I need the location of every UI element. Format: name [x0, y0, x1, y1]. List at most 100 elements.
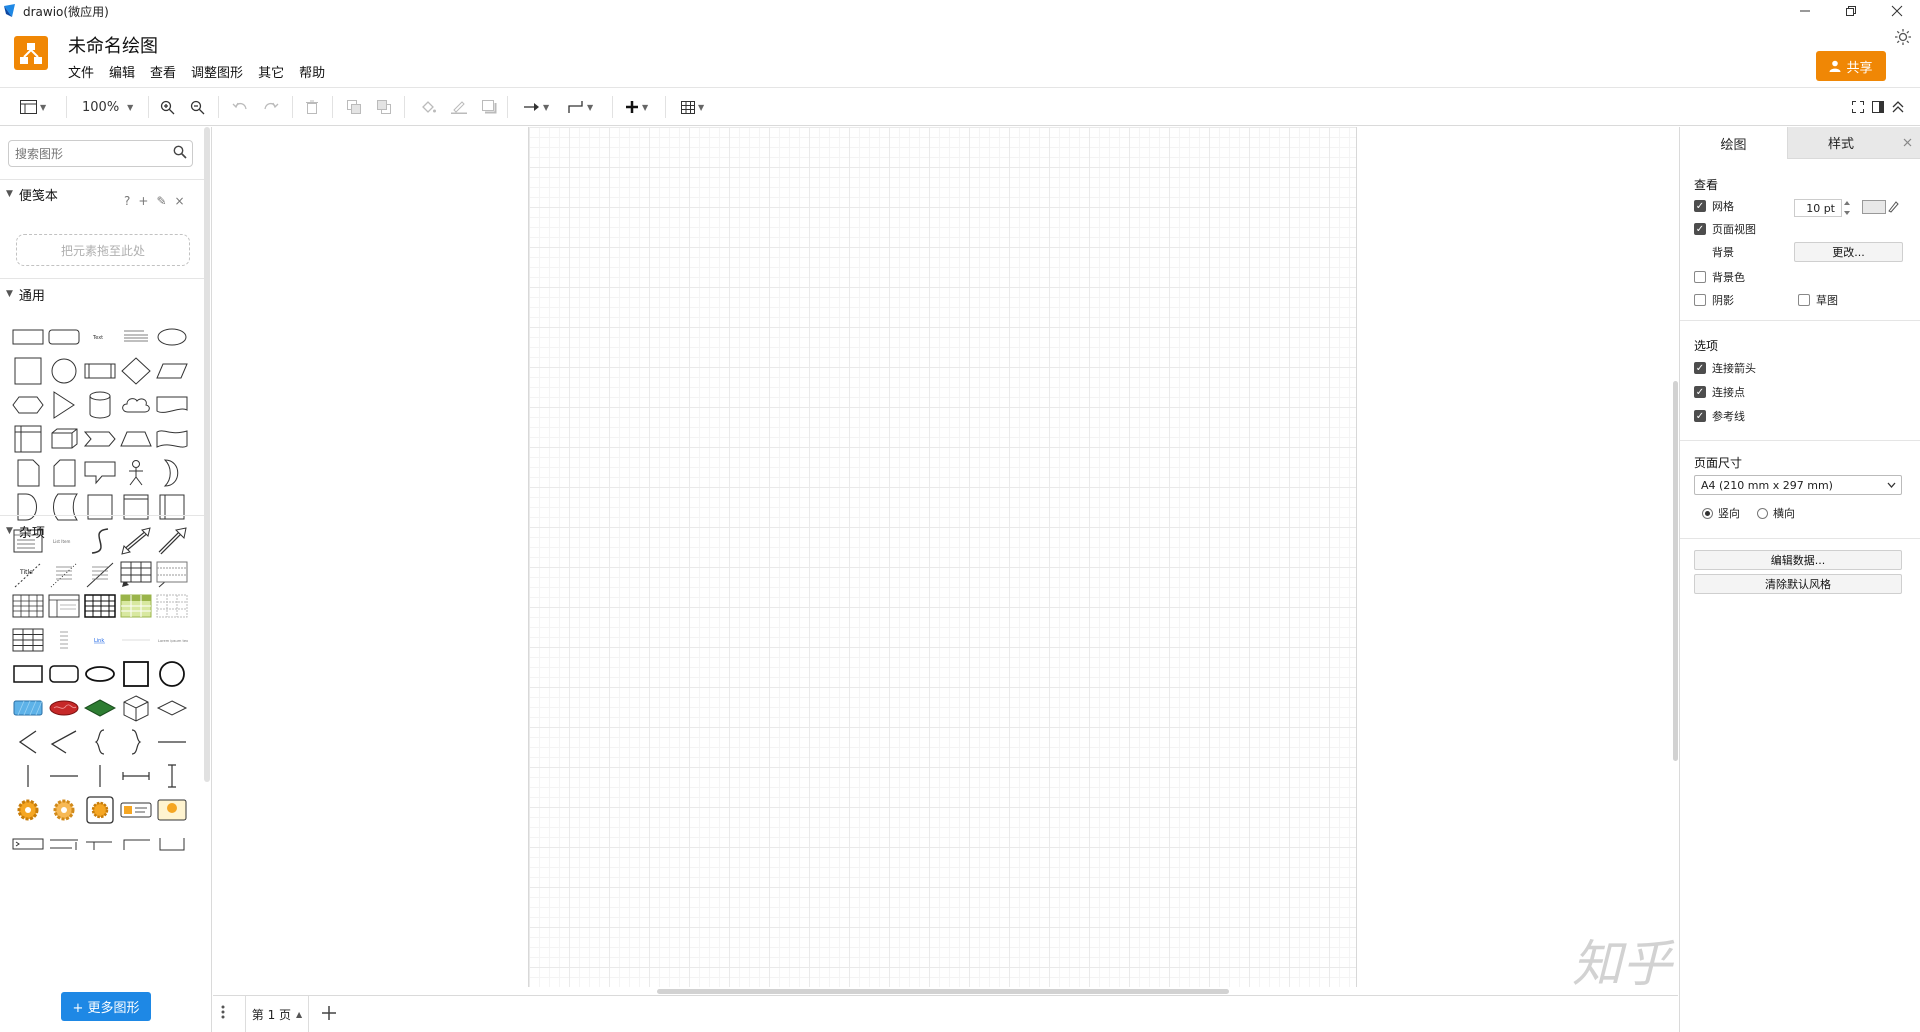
u-bracket-shape[interactable]: [154, 827, 190, 861]
grid-color-swatch[interactable]: [1862, 200, 1886, 214]
bold-circle-shape[interactable]: [154, 657, 190, 691]
scratchpad-dropzone[interactable]: 把元素拖至此处: [16, 234, 190, 266]
help-icon[interactable]: ?: [124, 194, 130, 208]
grid-checkbox[interactable]: ✓: [1694, 200, 1706, 212]
alert-card-shape[interactable]: [154, 793, 190, 827]
format-panel-toggle-button[interactable]: [1872, 97, 1884, 117]
guides-row[interactable]: ✓ 参考线: [1694, 408, 1745, 424]
menu-help[interactable]: 帮助: [299, 62, 325, 81]
gear-framed-shape[interactable]: [82, 793, 118, 827]
bold-rectangle-shape[interactable]: [10, 657, 46, 691]
terminal-bar-shape[interactable]: [10, 827, 46, 861]
internal-storage-shape[interactable]: [10, 422, 46, 456]
cloud-shape[interactable]: [118, 388, 154, 422]
zoom-dropdown[interactable]: 100% ▼: [82, 97, 133, 117]
page-view-checkbox-row[interactable]: ✓ 页面视图: [1694, 221, 1756, 237]
trapezoid-shape[interactable]: [118, 422, 154, 456]
vertical-divider-shape[interactable]: [82, 759, 118, 793]
tab-diagram[interactable]: 绘图: [1680, 127, 1787, 159]
tab-style[interactable]: 样式: [1787, 127, 1894, 159]
isometric-plane-shape[interactable]: [154, 691, 190, 725]
bullet-list-shape[interactable]: [46, 555, 82, 589]
background-color-checkbox-row[interactable]: 背景色: [1694, 269, 1745, 285]
close-panel-button[interactable]: [1894, 127, 1920, 159]
edit-data-button[interactable]: 编辑数据...: [1694, 550, 1902, 570]
parallelogram-shape[interactable]: [154, 354, 190, 388]
table-header-shape[interactable]: [46, 589, 82, 623]
diamond-shape[interactable]: [118, 354, 154, 388]
menu-edit[interactable]: 编辑: [109, 62, 135, 81]
cylinder-shape[interactable]: [82, 388, 118, 422]
table-button[interactable]: ▼: [681, 97, 704, 117]
fullscreen-button[interactable]: [1852, 97, 1864, 117]
sample-text-shape[interactable]: Lorem ipsum text: [154, 623, 190, 657]
separator-shape[interactable]: [118, 623, 154, 657]
shadow-checkbox[interactable]: [1694, 294, 1706, 306]
collapse-toolbar-button[interactable]: [1892, 97, 1904, 117]
vertical-list-shape[interactable]: [46, 623, 82, 657]
horizontal-divider-shape[interactable]: [46, 759, 82, 793]
zoom-out-button[interactable]: [190, 97, 205, 117]
diagram-canvas[interactable]: [213, 127, 1678, 995]
close-icon[interactable]: ×: [175, 194, 185, 208]
table-green-shape[interactable]: [118, 589, 154, 623]
step-shape[interactable]: [82, 422, 118, 456]
corner-bracket-shape[interactable]: [118, 827, 154, 861]
shadow-checkbox-row[interactable]: 阴影: [1694, 292, 1734, 308]
table-3x3-shape[interactable]: [10, 589, 46, 623]
double-line-shape[interactable]: [46, 827, 82, 861]
bracket-line-shape[interactable]: [82, 827, 118, 861]
fill-color-button[interactable]: [421, 97, 436, 117]
document-wave-shape[interactable]: [154, 388, 190, 422]
square-shape[interactable]: [10, 354, 46, 388]
pages-menu-button[interactable]: [221, 1004, 225, 1023]
search-icon[interactable]: [173, 145, 187, 159]
spinner-arrows-icon[interactable]: [1843, 199, 1851, 217]
table-grid-shape[interactable]: [118, 555, 154, 589]
page-view-checkbox[interactable]: ✓: [1694, 223, 1706, 235]
add-icon[interactable]: +: [138, 194, 148, 208]
page-tab-1[interactable]: 第 1 页 ▲: [245, 996, 309, 1032]
portrait-radio-row[interactable]: 竖向: [1702, 505, 1740, 521]
ellipse-shape[interactable]: [154, 320, 190, 354]
clear-default-style-button[interactable]: 清除默认风格: [1694, 574, 1902, 594]
guides-checkbox[interactable]: ✓: [1694, 410, 1706, 422]
horizontal-scrollbar[interactable]: [657, 989, 1229, 994]
restore-button[interactable]: [1828, 0, 1874, 22]
callout-shape[interactable]: [82, 456, 118, 490]
close-window-button[interactable]: [1874, 0, 1920, 22]
menu-extras[interactable]: 其它: [258, 62, 284, 81]
to-back-button[interactable]: [377, 97, 392, 117]
redo-button[interactable]: [263, 97, 279, 117]
rectangle-shape[interactable]: [10, 320, 46, 354]
general-section-header[interactable]: ▼ 通用: [0, 279, 200, 309]
undo-button[interactable]: [232, 97, 248, 117]
table-dark-shape[interactable]: [82, 589, 118, 623]
menu-arrange[interactable]: 调整图形: [191, 62, 243, 81]
hexagon-shape[interactable]: [10, 388, 46, 422]
landscape-radio[interactable]: [1757, 507, 1768, 519]
numbered-list-shape[interactable]: [82, 555, 118, 589]
menu-view[interactable]: 查看: [150, 62, 176, 81]
panels-toggle-button[interactable]: ▼: [20, 97, 46, 117]
sidebar-scrollbar[interactable]: [204, 127, 210, 782]
drawing-page[interactable]: [528, 127, 1357, 987]
bold-ellipse-shape[interactable]: [82, 657, 118, 691]
misc-section-header[interactable]: ▼ 杂项: [0, 516, 200, 546]
cube-shape[interactable]: [46, 422, 82, 456]
delete-button[interactable]: [306, 97, 318, 117]
chevron-left-shape[interactable]: [10, 725, 46, 759]
more-shapes-button[interactable]: + 更多图形: [61, 992, 151, 1021]
page-size-select[interactable]: A4 (210 mm x 297 mm): [1694, 475, 1902, 495]
angle-bracket-shape[interactable]: [46, 725, 82, 759]
portrait-radio[interactable]: [1702, 507, 1713, 519]
table-dashed-shape[interactable]: [154, 589, 190, 623]
vertical-line-shape[interactable]: [10, 759, 46, 793]
to-front-button[interactable]: [347, 97, 362, 117]
process-shape[interactable]: [82, 354, 118, 388]
add-page-button[interactable]: [322, 1001, 336, 1025]
connection-style-button[interactable]: ▼: [524, 97, 549, 117]
horizontal-line-shape[interactable]: [154, 725, 190, 759]
note-shape[interactable]: [10, 456, 46, 490]
id-card-shape[interactable]: [118, 793, 154, 827]
